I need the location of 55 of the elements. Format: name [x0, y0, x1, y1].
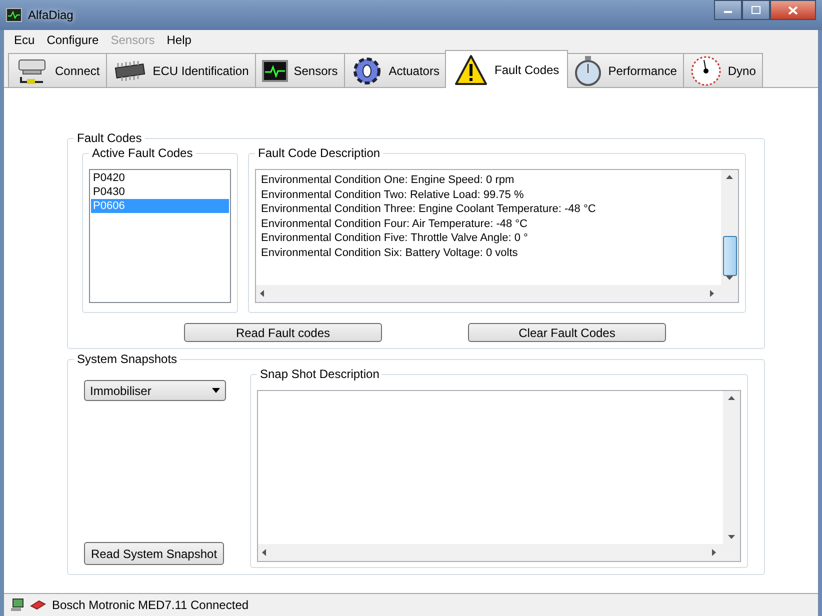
menu-item[interactable]: Ecu: [8, 33, 41, 47]
tab[interactable]: ECU Identification: [106, 53, 256, 87]
scroll-left-icon[interactable]: [262, 549, 266, 556]
tab[interactable]: Fault Codes: [445, 50, 568, 88]
list-item[interactable]: P0430: [91, 185, 229, 199]
monitor-icon: [6, 8, 22, 22]
horizontal-scrollbar[interactable]: [256, 285, 738, 302]
read-snapshot-button[interactable]: Read System Snapshot: [84, 542, 224, 565]
gear-icon: [350, 54, 383, 86]
tab[interactable]: Sensors: [254, 53, 345, 87]
scroll-right-icon[interactable]: [712, 549, 716, 556]
description-line: Environmental Condition Five: Throttle Valve Angle: 0 °: [261, 231, 529, 246]
horizontal-scrollbar[interactable]: [258, 544, 740, 561]
scroll-down-icon[interactable]: [728, 535, 735, 539]
group-title: Snap Shot Description: [257, 367, 382, 381]
vertical-scrollbar[interactable]: [721, 170, 738, 285]
group-title: System Snapshots: [74, 352, 180, 366]
action-button[interactable]: Read Fault codes: [184, 323, 382, 342]
description-line: Environmental Condition Four: Air Temperature: -48 °C: [261, 216, 528, 232]
group-title: Fault Code Description: [255, 146, 384, 160]
description-line: Environmental Condition Six: Battery Voltage: 0 volts: [261, 246, 519, 261]
tab[interactable]: Actuators: [344, 53, 446, 87]
tab[interactable]: Performance: [567, 53, 684, 87]
vertical-scrollbar[interactable]: [723, 391, 740, 544]
group-title: Fault Codes: [74, 131, 145, 145]
group-title: Active Fault Codes: [89, 146, 196, 160]
maximize-button[interactable]: [742, 0, 770, 20]
snapshot-dropdown[interactable]: Immobiliser: [84, 380, 226, 401]
menu-item[interactable]: Help: [160, 33, 198, 47]
scroll-up-icon[interactable]: [728, 396, 735, 400]
scrollbar-thumb[interactable]: [722, 236, 736, 276]
maximize-icon: [751, 6, 761, 14]
close-icon: [788, 6, 798, 14]
minimize-button[interactable]: [714, 0, 742, 20]
caret-icon: [212, 388, 220, 393]
tab[interactable]: Dyno: [682, 53, 763, 87]
status-text: Bosch Motronic MED7.11 Connected: [52, 598, 249, 612]
scroll-left-icon[interactable]: [260, 290, 264, 297]
scroll-up-icon[interactable]: [726, 175, 733, 179]
gauge-icon: [690, 54, 722, 86]
warning-icon: [454, 54, 488, 86]
description-line: Environmental Condition One: Engine Speed: 0 rpm: [261, 173, 516, 188]
monitor-icon: [262, 60, 288, 82]
computer-icon: [10, 598, 24, 612]
menu-item[interactable]: Configure: [40, 33, 105, 47]
description-text-box[interactable]: [255, 169, 739, 303]
list-item[interactable]: P0420: [91, 171, 229, 185]
description-line: Environmental Condition Three: Engine Coolant Temperature: -48 °C: [261, 202, 597, 217]
action-button[interactable]: Clear Fault Codes: [468, 323, 666, 342]
stopwatch-icon: [574, 56, 602, 86]
close-button[interactable]: [770, 0, 816, 20]
description-line: Environmental Condition Two: Relative Load: 99.75 %: [261, 188, 525, 202]
tab[interactable]: Connect: [8, 53, 107, 87]
scroll-right-icon[interactable]: [710, 290, 714, 297]
window-title: AlfaDiag: [28, 8, 74, 22]
